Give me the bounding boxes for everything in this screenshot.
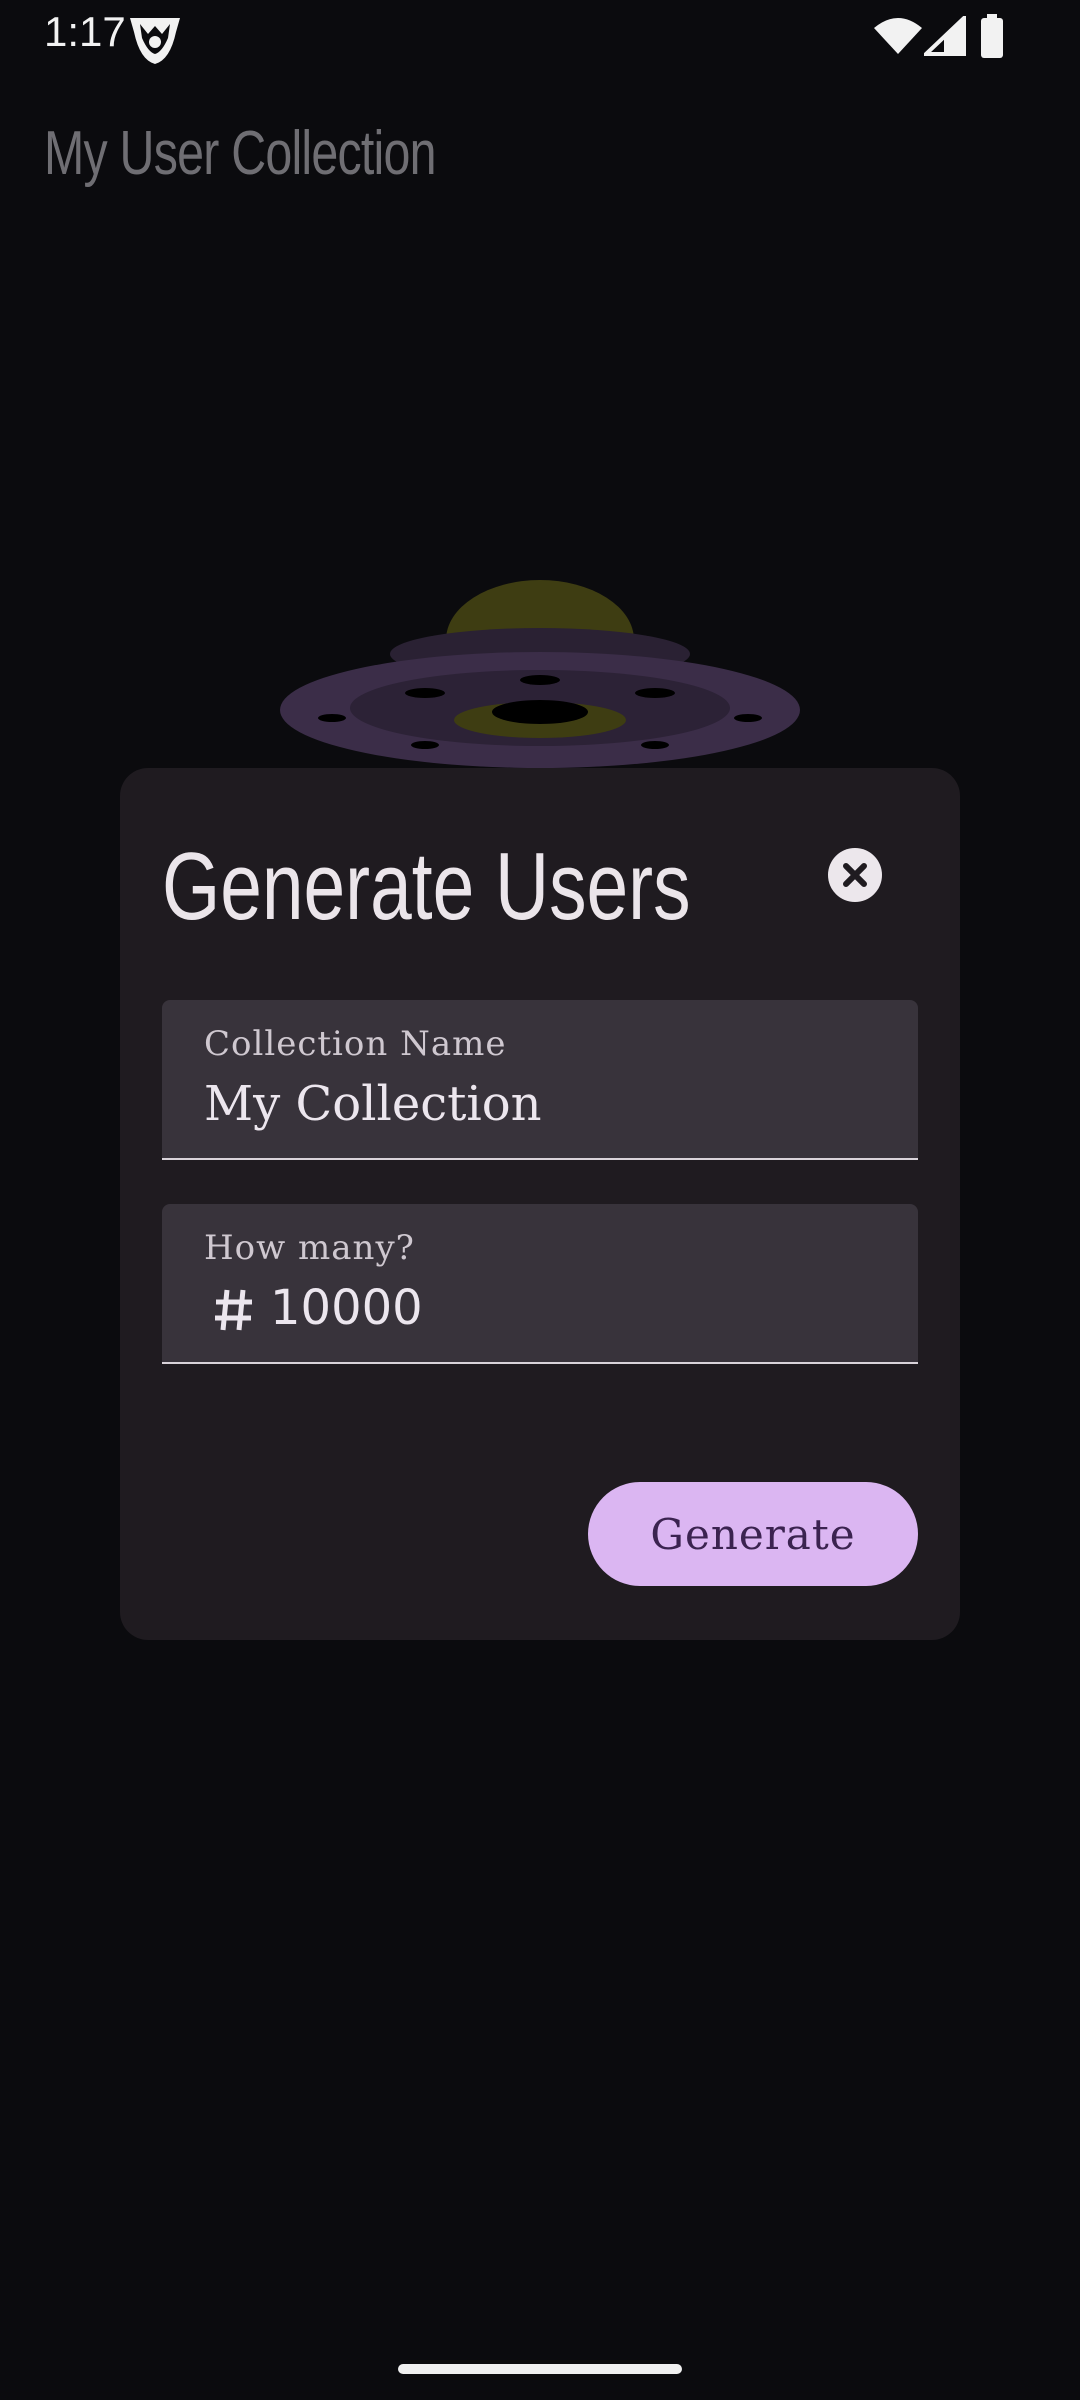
ufo-illustration [280, 580, 800, 768]
wifi-icon [874, 18, 922, 54]
dialog-title: Generate Users [162, 833, 691, 940]
signal-icon [924, 16, 966, 56]
collection-name-input[interactable]: My Collection [204, 1076, 542, 1132]
battery-icon [981, 14, 1003, 58]
generate-button[interactable]: Generate [588, 1482, 918, 1586]
home-indicator[interactable] [398, 2364, 682, 2374]
status-time: 1:17 [44, 8, 126, 55]
collection-name-label: Collection Name [204, 1024, 507, 1064]
status-bar: 1:17 [0, 0, 1080, 72]
app-logo-icon [130, 18, 180, 64]
count-field[interactable]: How many? 10000 [162, 1204, 918, 1364]
generate-users-dialog: Generate Users Collection Name My Collec… [120, 768, 960, 1640]
count-input[interactable]: 10000 [270, 1280, 423, 1336]
close-button[interactable] [828, 848, 882, 902]
hash-icon [215, 1289, 252, 1331]
close-icon [843, 863, 867, 887]
count-label: How many? [204, 1228, 415, 1268]
collection-name-field[interactable]: Collection Name My Collection [162, 1000, 918, 1160]
page-title: My User Collection [44, 119, 437, 188]
